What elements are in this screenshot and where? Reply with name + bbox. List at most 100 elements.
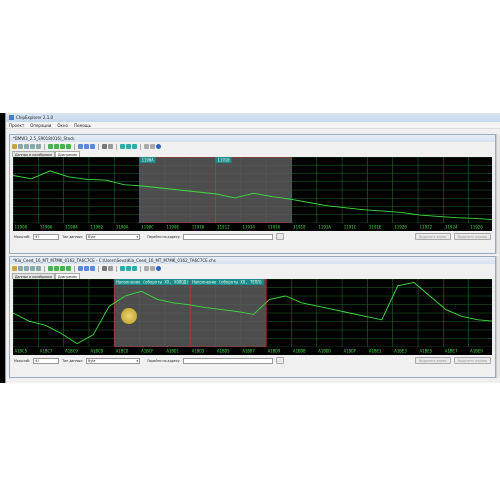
cut-icon[interactable] [102,144,107,149]
paste-icon[interactable] [30,144,35,149]
list-icon[interactable] [120,266,125,271]
goto-button[interactable]: … [276,357,285,364]
tick-label: 1191C [344,225,357,230]
diff-icon[interactable] [84,266,89,271]
select-left-button[interactable]: Выделить влево [415,357,451,364]
scale-input[interactable]: 97 [33,233,60,240]
goto-address-input[interactable] [183,233,274,240]
controls-2: Масштаб: 91 Тип данных: Byte ▾ Перейти п… [10,355,495,366]
goto-label: Перейти по адресу: [147,234,181,239]
copy-icon[interactable] [24,266,29,271]
info-icon[interactable] [156,144,161,149]
menu-item-project[interactable]: Проект [9,123,24,128]
info-icon[interactable] [156,266,161,271]
tick-label: 1190E [166,225,179,230]
select-left-button[interactable]: Выделить влево [415,233,451,240]
save-icon[interactable] [12,266,17,271]
compare-icon[interactable] [78,266,83,271]
child-window-1: *BMW3_2.5_S9018(016)_Stock Данные и кали… [9,134,496,254]
tick-label: 11926 [470,225,483,230]
swap-icon[interactable] [90,144,95,149]
tick-label: A1BDF [344,349,357,354]
grid-icon[interactable] [66,144,71,149]
diagram-plot-1[interactable]: 1190A 11910 11908 11906 11904 11902 1190A 1190C… [13,157,492,231]
goto-address-input[interactable] [183,357,274,364]
save-icon[interactable] [12,144,17,149]
list-icon[interactable] [120,144,125,149]
child-window-1-title-text: *BMW3_2.5_S9018(016)_Stock [13,136,75,141]
map-icon[interactable] [60,144,65,149]
open-icon[interactable] [18,144,23,149]
table-icon[interactable] [54,144,59,149]
tick-label: A1BDD [318,349,331,354]
undo-icon[interactable] [36,144,41,149]
tick-label: A1BCB [90,349,103,354]
select-right-button[interactable]: Выделить вправо [453,233,491,240]
toolbar-2 [10,264,495,273]
chart-icon[interactable] [48,266,53,271]
signal-icon[interactable] [144,266,149,271]
window-icon[interactable] [126,144,131,149]
chart-icon[interactable] [48,144,53,149]
scrollbar-2[interactable] [496,256,500,378]
menu-item-window[interactable]: Окно [57,123,68,128]
diff-icon[interactable] [84,144,89,149]
child-window-2-title-text: *Kia_Ceed_16_MT_M7MK_0162_TA6C7CE - C:\U… [13,258,216,263]
undo-icon[interactable] [36,266,41,271]
delete-icon[interactable] [108,144,113,149]
table-icon[interactable] [54,266,59,271]
video-letterbox-top [0,0,500,113]
chevron-down-icon: ▾ [136,358,139,363]
map-icon[interactable] [60,266,65,271]
goto-button[interactable]: … [276,233,285,240]
goto-label: Перейти по адресу: [147,358,181,363]
tick-label: 11904 [65,225,78,230]
grid-icon[interactable] [66,266,71,271]
hex-icon[interactable] [150,266,155,271]
diagram-svg-2: Наполнение (обороты XX, ХОЛОД) Наполнение… [13,279,492,355]
calibration-tag-label-2: Наполнение (обороты XX, ТЕПЛ) [192,280,262,285]
tick-label: A1BC9 [65,349,78,354]
data-type-select[interactable]: Byte ▾ [86,233,141,240]
signal-icon[interactable] [144,144,149,149]
menu-bar: Проект Операции Окно Помощь [6,122,500,129]
tick-label: A1BE7 [445,349,458,354]
cut-icon[interactable] [102,266,107,271]
scale-input[interactable]: 91 [33,357,60,364]
scale-label: Масштаб: [14,234,31,239]
data-type-value: Byte [88,234,96,239]
tick-label: A1BD9 [268,349,281,354]
diagram-plot-2[interactable]: Наполнение (обороты XX, ХОЛОД) Наполнение… [13,279,492,355]
cascade-icon[interactable] [132,144,137,149]
tick-label: 11920 [394,225,407,230]
scrollbar-1[interactable] [496,134,500,254]
compare-icon[interactable] [78,144,83,149]
tick-label: A1BE5 [420,349,433,354]
menu-item-help[interactable]: Помощь [74,123,91,128]
tick-label: 11922 [420,225,433,230]
tick-label: 11908 [15,225,28,230]
tick-label: A1BC7 [40,349,53,354]
toolbar-1 [10,142,495,151]
data-type-select[interactable]: Byte ▾ [86,357,141,364]
tick-label: 11902 [90,225,103,230]
select-right-button[interactable]: Выделить вправо [453,357,491,364]
tick-label: A1BD7 [242,349,255,354]
paste-icon[interactable] [30,266,35,271]
window-icon[interactable] [126,266,131,271]
menu-item-operations[interactable]: Операции [30,123,51,128]
child-window-2-title: *Kia_Ceed_16_MT_M7MK_0162_TA6C7CE - C:\U… [10,257,495,264]
diagram-svg-1: 1190A 11910 11908 11906 11904 11902 1190A 1190C… [13,157,492,231]
data-type-label: Тип данных: [62,234,84,239]
cascade-icon[interactable] [132,266,137,271]
copy-icon[interactable] [24,144,29,149]
hex-icon[interactable] [150,144,155,149]
delete-icon[interactable] [108,266,113,271]
chevron-down-icon: ▾ [136,234,139,239]
tick-label: A1BD3 [192,349,205,354]
app-window: ChipExplorer 2.1.0 Проект Операции Окно … [5,113,500,383]
open-icon[interactable] [18,266,23,271]
swap-icon[interactable] [90,266,95,271]
calibration-region-2 [215,157,292,224]
tick-label: 1190A [116,225,129,230]
